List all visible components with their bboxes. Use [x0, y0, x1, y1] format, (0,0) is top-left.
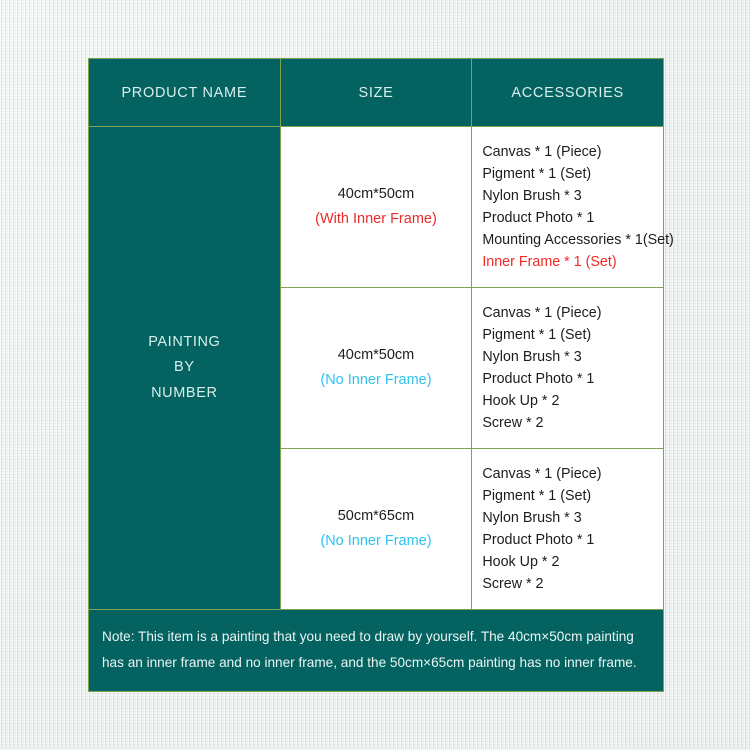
product-spec-table-container: PRODUCT NAME SIZE ACCESSORIES PAINTING B… [88, 58, 674, 692]
accessory-item: Nylon Brush * 3 [482, 349, 582, 365]
product-name-line-2: BY [174, 359, 195, 376]
accessory-item: Product Photo * 1 [482, 532, 595, 548]
accessory-item: Hook Up * 2 [482, 554, 560, 570]
accessory-item: Pigment * 1 (Set) [482, 327, 592, 343]
size-dimensions: 50cm*65cm [337, 508, 415, 525]
product-name-line-3: NUMBER [151, 384, 218, 401]
accessory-item: Nylon Brush * 3 [482, 188, 582, 204]
table-header-row: PRODUCT NAME SIZE ACCESSORIES [88, 58, 664, 127]
product-name-cell: PAINTING BY NUMBER [88, 126, 281, 610]
size-frame-note: (With Inner Frame) [315, 211, 437, 227]
product-spec-table: PRODUCT NAME SIZE ACCESSORIES PAINTING B… [88, 58, 674, 692]
product-name-line-1: PAINTING [148, 333, 221, 350]
accessory-item: Product Photo * 1 [482, 210, 595, 226]
size-dimensions: 40cm*50cm [337, 347, 415, 364]
accessory-item: Screw * 2 [482, 576, 544, 592]
accessory-item: Product Photo * 1 [482, 371, 595, 387]
table-body: PAINTING BY NUMBER 40cm*50cm (With Inner… [88, 126, 674, 692]
size-cell-row-2: 40cm*50cm (No Inner Frame) [279, 287, 473, 449]
column-header-product-name: PRODUCT NAME [88, 58, 281, 127]
accessory-item: Canvas * 1 (Piece) [482, 466, 602, 482]
accessory-item-inner-frame: Inner Frame * 1 (Set) [482, 254, 617, 270]
size-dimensions: 40cm*50cm [337, 186, 415, 203]
table-header: PRODUCT NAME SIZE ACCESSORIES [88, 58, 664, 127]
accessory-item: Canvas * 1 (Piece) [482, 305, 602, 321]
accessory-item: Mounting Accessories * 1(Set) [482, 232, 674, 248]
column-header-size: SIZE [279, 58, 473, 127]
accessory-item: Hook Up * 2 [482, 393, 560, 409]
accessories-list-row-3: Canvas * 1 (Piece) Pigment * 1 (Set) Nyl… [482, 463, 663, 595]
accessory-item: Canvas * 1 (Piece) [482, 144, 602, 160]
table-footer-row: Note: This item is a painting that you n… [88, 609, 664, 692]
size-frame-note: (No Inner Frame) [320, 533, 432, 549]
note-text: Note: This item is a painting that you n… [102, 629, 637, 670]
accessory-item: Pigment * 1 (Set) [482, 488, 592, 504]
size-cell-row-1: 40cm*50cm (With Inner Frame) [279, 126, 473, 288]
size-cell-row-3: 50cm*65cm (No Inner Frame) [279, 448, 473, 610]
accessory-item: Screw * 2 [482, 415, 544, 431]
accessory-item: Pigment * 1 (Set) [482, 166, 592, 182]
accessories-cell-row-3: Canvas * 1 (Piece) Pigment * 1 (Set) Nyl… [471, 448, 664, 610]
column-header-accessories: ACCESSORIES [471, 58, 664, 127]
accessories-cell-row-2: Canvas * 1 (Piece) Pigment * 1 (Set) Nyl… [471, 287, 664, 449]
table-row: PAINTING BY NUMBER 40cm*50cm (With Inner… [88, 126, 674, 610]
accessories-cell-row-1: Canvas * 1 (Piece) Pigment * 1 (Set) Nyl… [471, 126, 674, 288]
accessories-list-row-2: Canvas * 1 (Piece) Pigment * 1 (Set) Nyl… [482, 302, 663, 434]
accessories-list-row-1: Canvas * 1 (Piece) Pigment * 1 (Set) Nyl… [482, 141, 674, 273]
accessory-item: Nylon Brush * 3 [482, 510, 582, 526]
size-frame-note: (No Inner Frame) [320, 372, 432, 388]
note-cell: Note: This item is a painting that you n… [88, 609, 664, 692]
